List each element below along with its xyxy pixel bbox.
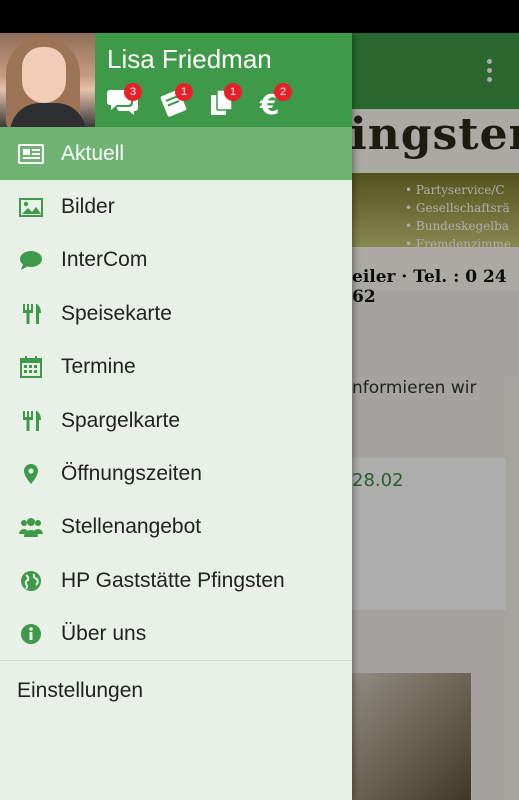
speech-bubble-icon: [20, 251, 42, 271]
menu-item-bilder[interactable]: Bilder: [0, 180, 352, 233]
menu-item-label: Öffnungszeiten: [61, 462, 202, 486]
menu-item-intercom[interactable]: InterCom: [0, 234, 352, 287]
location-pin-icon: [24, 464, 38, 485]
drawer-header: Lisa Friedman 3 1 1 € 2: [0, 33, 352, 127]
menu-item-label: Spargelkarte: [61, 408, 181, 432]
menu-item-stellenangebot[interactable]: Stellenangebot: [0, 501, 352, 554]
menu-item-label: Aktuell: [61, 141, 125, 165]
menu-item-ueber-uns[interactable]: Über uns: [0, 608, 352, 661]
pages-icon[interactable]: 1: [208, 83, 244, 121]
pages-badge: 1: [224, 83, 242, 101]
cutlery-icon: [23, 303, 41, 324]
chat-icon[interactable]: 3: [106, 83, 142, 121]
euro-icon[interactable]: € 2: [259, 83, 295, 121]
menu-item-label: InterCom: [61, 248, 148, 272]
avatar[interactable]: [0, 33, 95, 127]
menu-item-label: Termine: [61, 355, 136, 379]
euro-badge: 2: [274, 83, 292, 101]
drawer-menu: Aktuell Bilder InterCom Speisekarte Term…: [0, 127, 352, 661]
chat-badge: 3: [124, 83, 142, 101]
newspaper-icon: [18, 143, 44, 164]
menu-divider: [0, 660, 352, 661]
menu-item-label: Über uns: [61, 622, 147, 646]
cutlery-icon: [23, 410, 41, 431]
navigation-drawer: Lisa Friedman 3 1 1 € 2 Aktuell Bilder I…: [0, 33, 352, 800]
menu-item-hp-gaststaette[interactable]: HP Gaststätte Pfingsten: [0, 554, 352, 607]
menu-item-aktuell[interactable]: Aktuell: [0, 127, 352, 181]
info-icon: [21, 624, 41, 645]
menu-item-oeffnungszeiten[interactable]: Öffnungszeiten: [0, 447, 352, 500]
calendar-icon: [20, 356, 42, 379]
status-bar: [0, 0, 519, 33]
menu-item-spargelkarte[interactable]: Spargelkarte: [0, 394, 352, 447]
menu-item-label: Speisekarte: [61, 301, 172, 325]
ticket-badge: 1: [175, 83, 193, 101]
ticket-icon[interactable]: 1: [157, 83, 193, 121]
menu-item-label: Stellenangebot: [61, 515, 202, 539]
users-icon: [19, 518, 43, 538]
menu-item-label: HP Gaststätte Pfingsten: [61, 568, 285, 592]
globe-icon: [21, 570, 41, 591]
menu-item-label: Bilder: [61, 195, 115, 219]
menu-item-termine[interactable]: Termine: [0, 341, 352, 394]
image-icon: [19, 198, 43, 218]
settings-item[interactable]: Einstellungen: [17, 679, 143, 703]
user-name: Lisa Friedman: [107, 44, 272, 74]
menu-item-speisekarte[interactable]: Speisekarte: [0, 287, 352, 340]
